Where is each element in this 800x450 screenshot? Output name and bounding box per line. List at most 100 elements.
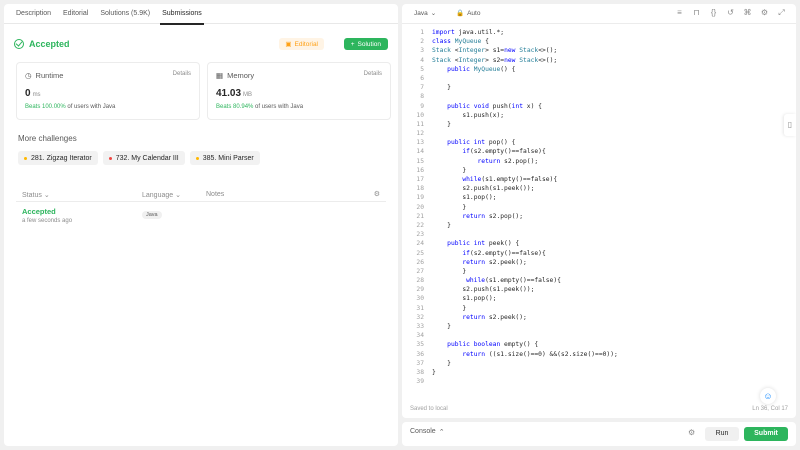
code-line[interactable]: 29 s2.push(s1.peek()); [402,285,796,294]
code-line[interactable]: 36 return ((s1.size()==0) &&(s2.size()==… [402,350,796,359]
runtime-card[interactable]: ◷ Runtime Details 0 ms Beats 100.00% of u… [16,62,200,120]
submission-status[interactable]: Accepted [22,207,56,216]
tab-description[interactable]: Description [10,4,57,24]
shortcut-icon[interactable]: ⌘ [743,8,752,18]
code-text[interactable]: Stack <Integer> s1=new Stack<>(); [432,46,557,55]
runtime-details-link[interactable]: Details [173,71,191,77]
code-line[interactable]: 32 return s2.peek(); [402,313,796,322]
code-text[interactable]: } [432,120,451,129]
challenge-chip[interactable]: 385. Mini Parser [189,151,260,165]
code-line[interactable]: 23 [402,230,796,239]
code-line[interactable]: 11 } [402,120,796,129]
challenge-chip[interactable]: 281. Zigzag Iterator [18,151,98,165]
submit-button[interactable]: Submit [744,427,788,441]
tab-submissions[interactable]: Submissions [156,4,208,25]
code-text[interactable]: s1.push(x); [432,111,504,120]
language-selector[interactable]: Java ⌄ [414,9,436,18]
code-text[interactable]: return s2.pop(); [432,212,523,221]
settings-icon[interactable]: ⚙ [760,8,769,18]
code-line[interactable]: 13 public int pop() { [402,138,796,147]
code-line[interactable]: 3 Stack <Integer> s1=new Stack<>(); [402,46,796,55]
code-line[interactable]: 35 public boolean empty() { [402,340,796,349]
code-text[interactable]: if(s2.empty()==false){ [432,249,545,258]
code-line[interactable]: 31 } [402,304,796,313]
code-line[interactable]: 14 if(s2.empty()==false){ [402,147,796,156]
code-text[interactable]: class MyQueue { [432,37,489,46]
code-text[interactable]: } [432,83,451,92]
code-text[interactable]: return ((s1.size()==0) &&(s2.size()==0))… [432,350,617,359]
code-text[interactable]: return s2.peek(); [432,258,526,267]
code-line[interactable]: 25 if(s2.empty()==false){ [402,249,796,258]
code-text[interactable]: s2.push(s1.peek()); [432,184,534,193]
code-text[interactable]: import java.util.*; [432,28,504,37]
code-text[interactable]: public int pop() { [432,138,515,147]
code-text[interactable]: } [432,221,451,230]
code-text[interactable]: Stack <Integer> s2=new Stack<>(); [432,56,557,65]
code-line[interactable]: 10 s1.push(x); [402,111,796,120]
solution-button[interactable]: + Solution [343,38,388,50]
code-line[interactable]: 9 public void push(int x) { [402,102,796,111]
code-text[interactable]: return s2.peek(); [432,313,526,322]
code-text[interactable]: } [432,166,466,175]
code-line[interactable]: 18 s2.push(s1.peek()); [402,184,796,193]
code-line[interactable]: 22 } [402,221,796,230]
code-text[interactable]: } [432,267,466,276]
code-line[interactable]: 24 public int peek() { [402,239,796,248]
code-line[interactable]: 12 [402,129,796,138]
code-line[interactable]: 34 [402,331,796,340]
reset-icon[interactable]: ↺ [726,8,735,18]
code-line[interactable]: 1 import java.util.*; [402,28,796,37]
code-text[interactable]: s1.pop(); [432,294,496,303]
format-icon[interactable]: ≡ [675,8,684,18]
run-button[interactable]: Run [705,427,739,441]
code-text[interactable]: while(s1.empty()==false){ [432,175,557,184]
bookmark-icon[interactable]: ⊓ [692,8,701,18]
code-text[interactable]: s2.push(s1.peek()); [432,285,534,294]
code-line[interactable]: 28 while(s1.empty()==false){ [402,276,796,285]
code-line[interactable]: 33 } [402,322,796,331]
gear-icon[interactable]: ⚙ [374,190,380,198]
code-text[interactable]: return s2.pop(); [432,157,539,166]
code-text[interactable]: while(s1.empty()==false){ [432,276,561,285]
code-line[interactable]: 30 s1.pop(); [402,294,796,303]
code-line[interactable]: 19 s1.pop(); [402,193,796,202]
code-text[interactable]: } [432,304,466,313]
code-text[interactable]: } [432,322,451,331]
code-area[interactable]: 1 import java.util.*; 2 class MyQueue {3 Sta… [402,28,796,386]
code-line[interactable]: 16 } [402,166,796,175]
code-line[interactable]: 38} [402,368,796,377]
expand-icon[interactable]: ⤢ [777,8,786,18]
code-line[interactable]: 17 while(s1.empty()==false){ [402,175,796,184]
code-text[interactable]: } [432,359,451,368]
code-text[interactable]: public void push(int x) { [432,102,542,111]
code-line[interactable]: 2 class MyQueue { [402,37,796,46]
chat-icon[interactable]: ☺ [760,388,776,404]
tab-solutions[interactable]: Solutions (5.9K) [94,4,156,24]
language-column-header[interactable]: Language ⌄ [142,191,181,199]
memory-card[interactable]: ▦ Memory Details 41.03 MB Beats 80.94% of… [207,62,391,120]
document-icon[interactable]: ▯ [784,114,796,136]
code-text[interactable]: public int peek() { [432,239,519,248]
code-line[interactable]: 6 [402,74,796,83]
code-line[interactable]: 20 } [402,203,796,212]
tab-editorial[interactable]: Editorial [57,4,94,24]
challenge-chip[interactable]: 732. My Calendar III [102,151,185,165]
code-text[interactable]: } [432,203,466,212]
code-line[interactable]: 8 [402,92,796,101]
code-line[interactable]: 5 public MyQueue() { [402,65,796,74]
code-line[interactable]: 7 } [402,83,796,92]
code-line[interactable]: 21 return s2.pop(); [402,212,796,221]
code-line[interactable]: 37 } [402,359,796,368]
code-text[interactable]: if(s2.empty()==false){ [432,147,545,156]
status-column-header[interactable]: Status ⌄ [22,191,50,199]
braces-icon[interactable]: {} [709,8,718,18]
code-line[interactable]: 27 } [402,267,796,276]
debug-icon[interactable]: ⚙ [688,428,695,437]
memory-details-link[interactable]: Details [364,71,382,77]
editorial-button[interactable]: ▣ Editorial [279,38,324,50]
code-line[interactable]: 4 Stack <Integer> s2=new Stack<>(); [402,56,796,65]
code-text[interactable]: public MyQueue() { [432,65,515,74]
table-row[interactable]: Accepted a few seconds ago Java [16,204,386,230]
code-text[interactable]: s1.pop(); [432,193,496,202]
auto-mode-toggle[interactable]: 🔒 Auto [456,9,480,18]
